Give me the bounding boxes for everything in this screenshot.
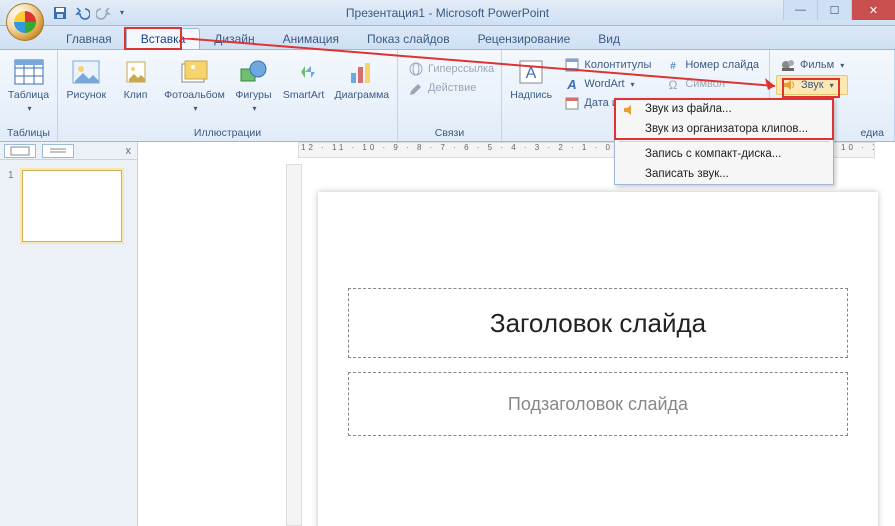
subtitle-placeholder[interactable]: Подзаголовок слайда (348, 372, 848, 436)
slide-number: 1 (8, 170, 14, 181)
sound-record[interactable]: Записать звук... (615, 164, 833, 184)
panel-close-icon[interactable]: x (126, 145, 132, 157)
chevron-down-icon: ▾ (193, 104, 197, 113)
office-button[interactable] (6, 3, 44, 41)
tab-home[interactable]: Главная (52, 29, 126, 49)
save-icon[interactable] (52, 5, 68, 21)
sound-from-file[interactable]: Звук из файла... (615, 99, 833, 119)
sound-file-icon (621, 102, 637, 118)
close-button[interactable]: ✕ (851, 0, 895, 20)
slide-canvas[interactable]: Заголовок слайда Подзаголовок слайда (318, 192, 878, 526)
picture-icon (70, 56, 102, 88)
quick-access-toolbar: ▾ (52, 5, 124, 21)
title-bar: ▾ Презентация1 - Microsoft PowerPoint — … (0, 0, 895, 26)
chevron-down-icon: ▾ (252, 104, 256, 113)
window-title: Презентация1 - Microsoft PowerPoint (0, 6, 895, 20)
sound-from-cd[interactable]: Запись с компакт-диска... (615, 144, 833, 164)
clip-button[interactable]: Клип (115, 54, 157, 104)
sound-from-clip[interactable]: Звук из организатора клипов... (615, 119, 833, 139)
workspace: x 1 12 · 11 · 10 · 9 · 8 · 7 · 6 · 5 · 4… (0, 142, 895, 526)
table-label: Таблица (8, 90, 49, 102)
chevron-down-icon: ▾ (840, 61, 844, 70)
sound-dropdown: Звук из файла... Звук из организатора кл… (614, 98, 834, 185)
minimize-button[interactable]: — (783, 0, 817, 20)
slide-mini-preview (22, 170, 122, 242)
clip-icon (120, 56, 152, 88)
chevron-down-icon: ▾ (27, 104, 31, 113)
vertical-ruler (286, 164, 302, 526)
slide-panel: x 1 (0, 142, 138, 526)
undo-icon[interactable] (74, 5, 90, 21)
title-placeholder[interactable]: Заголовок слайда (348, 288, 848, 358)
slides-tab-icon[interactable] (4, 144, 36, 158)
edit-area: 12 · 11 · 10 · 9 · 8 · 7 · 6 · 5 · 4 · 3… (138, 142, 895, 526)
table-icon (13, 56, 45, 88)
slide-thumbnail[interactable]: 1 (8, 170, 129, 247)
table-button[interactable]: Таблица ▾ (6, 54, 51, 115)
menu-separator (619, 141, 829, 142)
maximize-button[interactable]: ☐ (817, 0, 851, 20)
redo-icon[interactable] (96, 5, 112, 21)
outline-tab-icon[interactable] (42, 144, 74, 158)
office-logo-icon (14, 11, 36, 33)
window-controls: — ☐ ✕ (783, 0, 895, 20)
qat-more-icon[interactable]: ▾ (120, 8, 124, 17)
picture-button[interactable]: Рисунок (64, 54, 109, 104)
chevron-down-icon: ▾ (830, 81, 834, 90)
group-tables: Таблица ▾ Таблицы (0, 50, 58, 141)
slide-panel-tabs: x (0, 142, 137, 160)
group-tables-label: Таблицы (6, 127, 51, 141)
red-arrow (180, 38, 790, 98)
